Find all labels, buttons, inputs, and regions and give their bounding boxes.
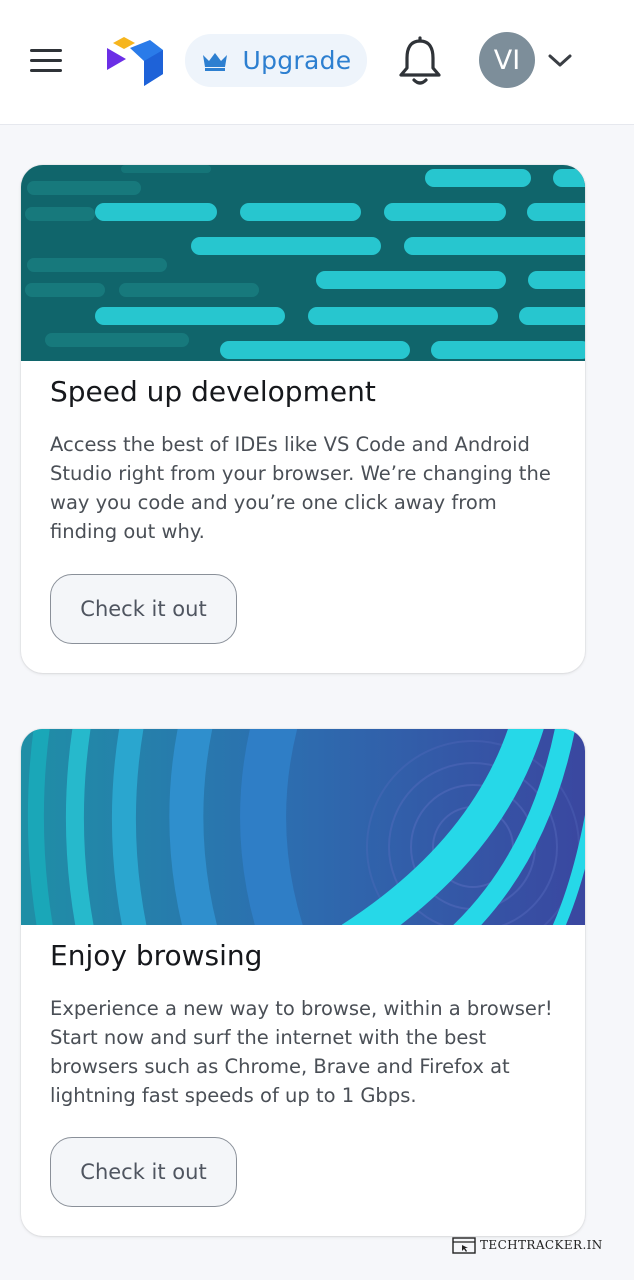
card-title: Speed up development	[50, 375, 376, 408]
watermark: TECHTRACKER.IN	[452, 1235, 603, 1255]
card-description: Experience a new way to browse, within a…	[50, 997, 553, 1107]
feature-card-development: Speed up development Access the best of …	[21, 165, 585, 673]
check-it-out-button[interactable]: Check it out	[50, 1137, 237, 1207]
check-it-out-button[interactable]: Check it out	[50, 574, 237, 644]
upgrade-button[interactable]: Upgrade	[185, 34, 367, 87]
upgrade-label: Upgrade	[242, 46, 352, 75]
card-description: Access the best of IDEs like VS Code and…	[50, 433, 551, 543]
crown-icon	[202, 52, 227, 71]
feature-card-browsing: Enjoy browsing Experience a new way to b…	[21, 729, 585, 1236]
menu-icon[interactable]	[26, 46, 66, 76]
logo-icon[interactable]	[104, 34, 166, 90]
chevron-down-icon[interactable]	[546, 48, 574, 72]
top-app-bar: Upgrade VI	[0, 0, 634, 125]
browser-cursor-icon	[452, 1236, 476, 1254]
card-title: Enjoy browsing	[50, 939, 263, 972]
avatar[interactable]: VI	[479, 32, 535, 88]
watermark-text: TECHTRACKER.IN	[480, 1238, 603, 1252]
banner-image-development	[21, 165, 585, 361]
bell-icon[interactable]	[396, 36, 444, 88]
banner-image-browsing	[21, 729, 585, 925]
